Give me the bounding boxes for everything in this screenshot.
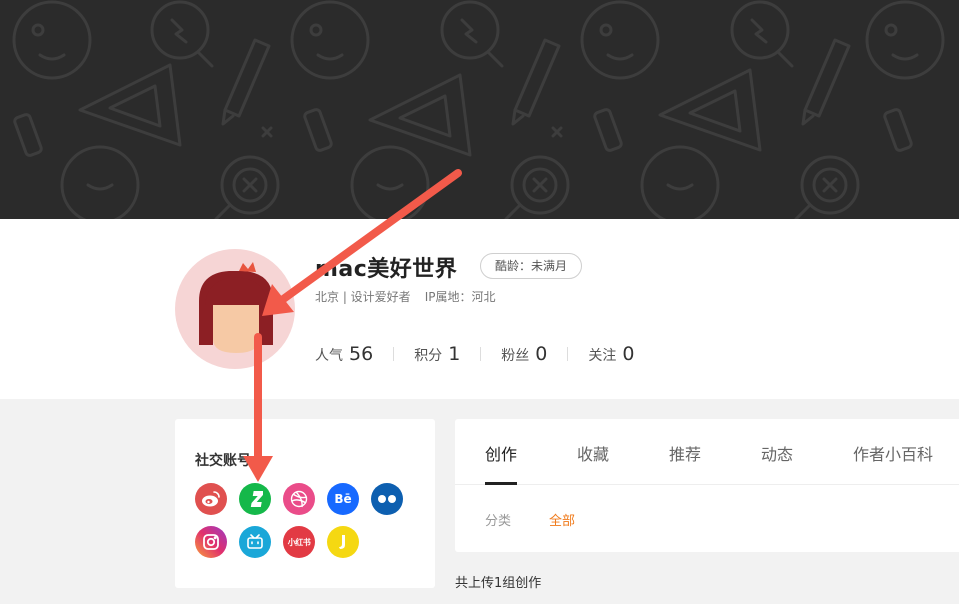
divider (393, 347, 395, 361)
stat-value: 56 (349, 343, 374, 365)
divider (480, 347, 482, 361)
avatar[interactable] (175, 249, 295, 369)
category-filter-label: 分类 (485, 514, 512, 529)
profile-banner (0, 0, 959, 219)
category-filter-all[interactable]: 全部 (549, 510, 575, 529)
profile-header (0, 219, 959, 399)
social-accounts-card: 社交账号 Bē 小红书 (175, 419, 435, 588)
tab-bar: 创作 收藏 推荐 动态 作者小百科 (455, 419, 959, 485)
tab-activity[interactable]: 动态 (761, 441, 793, 465)
social-icons-list: Bē 小红书 (195, 483, 425, 558)
xiaohongshu-icon[interactable]: 小红书 (283, 526, 315, 558)
stat-following[interactable]: 关注 0 (588, 343, 634, 365)
stat-label: 积分 (414, 348, 443, 364)
behance-icon[interactable]: Bē (327, 483, 359, 515)
tab-recommended[interactable]: 推荐 (669, 441, 701, 465)
instagram-icon[interactable] (195, 526, 227, 558)
stat-label: 关注 (588, 348, 617, 364)
stat-value: 0 (622, 343, 635, 365)
upload-count: 共上传1组创作 (455, 576, 542, 591)
stat-label: 人气 (315, 348, 343, 364)
stat-followers[interactable]: 粉丝 0 (501, 343, 547, 365)
profile-stats: 人气 56 积分 1 粉丝 0 关注 0 (315, 343, 634, 365)
stat-popularity: 人气 56 (315, 343, 373, 365)
weibo-icon[interactable] (195, 483, 227, 515)
content-tabs-card: 创作 收藏 推荐 动态 作者小百科 分类 全部 (455, 419, 959, 552)
location-tag: 北京 | 设计爱好者 (315, 290, 411, 304)
ip-location: IP属地：河北 (424, 290, 496, 304)
tab-creations[interactable]: 创作 (485, 441, 517, 465)
divider (567, 347, 569, 361)
doodle-pattern (12, 0, 945, 219)
stat-label: 粉丝 (501, 348, 530, 364)
jike-icon[interactable] (327, 526, 359, 558)
social-accounts-title: 社交账号 (195, 453, 251, 469)
profile-meta: 北京 | 设计爱好者 IP属地：河北 (315, 288, 495, 305)
stat-value: 0 (535, 343, 548, 365)
stat-points: 积分 1 (414, 343, 460, 365)
tab-author-wiki[interactable]: 作者小百科 (853, 441, 933, 465)
bilibili-icon[interactable] (239, 526, 271, 558)
age-badge: 酷龄：未满月 (480, 253, 583, 279)
dribbble-icon[interactable] (283, 483, 315, 515)
stat-value: 1 (448, 343, 461, 365)
flickr-icon[interactable] (371, 483, 403, 515)
deviantart-icon[interactable] (239, 483, 271, 515)
avatar-illustration (199, 262, 273, 353)
tab-favorites[interactable]: 收藏 (577, 441, 609, 465)
username: mac美好世界 (315, 257, 458, 282)
active-tab-indicator (485, 482, 517, 485)
